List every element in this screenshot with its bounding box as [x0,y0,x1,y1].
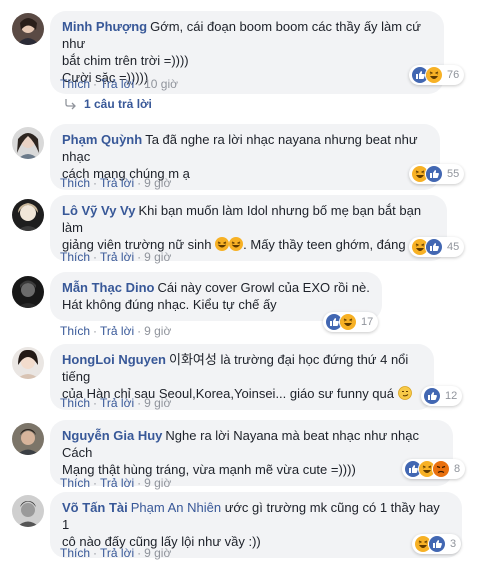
comment-time[interactable]: 9 giờ [144,546,171,560]
view-replies-link[interactable]: 1 câu trả lời [64,97,152,111]
comment-author[interactable]: HongLoi Nguyen [62,352,166,367]
avatar[interactable] [12,423,44,455]
reaction-count: 55 [447,168,460,180]
comment-text: Mạng thật hùng tráng, vừa mạnh mẽ vừa cu… [62,462,356,477]
comment-author[interactable]: Mẫn Thạc Dino [62,280,154,295]
laughing-emoji-icon [215,237,230,251]
reaction-count: 8 [454,463,461,475]
haha-reaction-icon [339,313,357,331]
like-link[interactable]: Thích [60,250,90,264]
reply-link[interactable]: Trả lời [100,546,134,560]
like-reaction-icon [423,387,441,405]
smirk-emoji-icon [397,386,412,400]
comment-time[interactable]: 9 giờ [144,396,171,410]
reaction-summary[interactable]: 45 [409,237,465,257]
comment-text: bắt chim trên trời =)))) [62,53,189,68]
comment-time[interactable]: 10 giờ [144,77,178,91]
reaction-summary[interactable]: 76 [409,65,465,85]
comment-text: Mấy thầy teen ghớm, đáng eo [250,237,424,252]
reaction-summary[interactable]: 8 [402,459,466,479]
like-link[interactable]: Thích [60,77,90,91]
reaction-summary[interactable]: 55 [409,164,465,184]
angry-reaction-icon [432,460,450,478]
comment-time[interactable]: 9 giờ [144,250,171,264]
comment-time[interactable]: 9 giờ [144,176,171,190]
reply-link[interactable]: Trả lời [100,396,134,410]
like-link[interactable]: Thích [60,176,90,190]
comment-actions: Thích · Trả lời · 9 giờ [60,176,172,190]
comment-actions: Thích · Trả lời · 9 giờ [60,476,172,490]
comment-time[interactable]: 9 giờ [144,324,171,338]
comment-author[interactable]: Nguyễn Gia Huy [62,428,162,443]
comment-author[interactable]: Võ Tấn Tài [62,500,128,515]
avatar[interactable] [12,199,44,231]
reaction-count: 12 [445,390,458,402]
reply-arrow-icon [65,99,76,110]
reaction-count: 76 [447,69,460,81]
comment-author[interactable]: Minh Phượng [62,19,147,34]
comment-text: Hát không đúng nhạc. Kiểu tự chế ấy [62,297,277,312]
reply-link[interactable]: Trả lời [100,77,134,91]
comment-actions: Thích · Trả lời · 9 giờ [60,396,172,410]
like-link[interactable]: Thích [60,476,90,490]
reaction-summary[interactable]: 3 [412,534,462,554]
like-link[interactable]: Thích [60,546,90,560]
like-reaction-icon [425,238,443,256]
comment-actions: Thích · Trả lời · 9 giờ [60,546,172,560]
reply-link[interactable]: Trả lời [100,250,134,264]
avatar[interactable] [12,127,44,159]
reaction-count: 17 [361,316,374,328]
avatar[interactable] [12,347,44,379]
comment-actions: Thích · Trả lời · 10 giờ [60,77,178,91]
comment-author[interactable]: Phạm Quỳnh [62,132,142,147]
mention-link[interactable]: Phạm An Nhiên [131,500,221,515]
laughing-emoji-icon [229,237,244,251]
haha-reaction-icon [425,66,443,84]
reaction-summary[interactable]: 17 [323,312,379,332]
comment-author[interactable]: Lô Vỹ Vy Vy [62,203,135,218]
avatar[interactable] [12,13,44,45]
reaction-count: 3 [450,538,457,550]
view-replies-label[interactable]: 1 câu trả lời [84,97,152,111]
comment-actions: Thích · Trả lời · 9 giờ [60,324,172,338]
reaction-summary[interactable]: 12 [421,386,463,406]
reply-link[interactable]: Trả lời [100,476,134,490]
avatar[interactable] [12,276,44,308]
like-reaction-icon [425,165,443,183]
comment-text: Cái này cover Growl của EXO rồi nè. [157,280,370,295]
like-reaction-icon [428,535,446,553]
reaction-count: 45 [447,241,460,253]
like-link[interactable]: Thích [60,396,90,410]
reply-link[interactable]: Trả lời [100,324,134,338]
reply-link[interactable]: Trả lời [100,176,134,190]
avatar[interactable] [12,495,44,527]
comment-actions: Thích · Trả lời · 9 giờ [60,250,172,264]
comment-time[interactable]: 9 giờ [144,476,171,490]
like-link[interactable]: Thích [60,324,90,338]
